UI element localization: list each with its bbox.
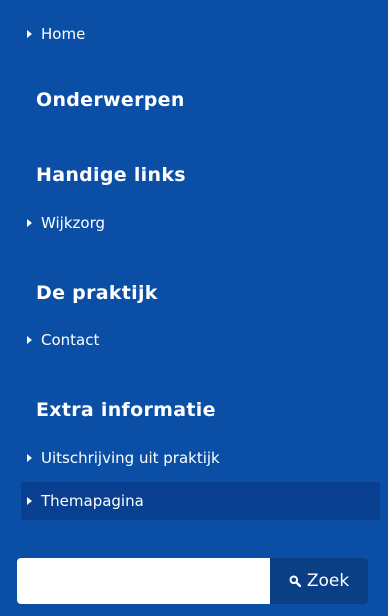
caret-right-icon bbox=[27, 336, 32, 344]
section-heading-onderwerpen: Onderwerpen bbox=[36, 89, 185, 111]
caret-right-icon bbox=[27, 219, 32, 227]
nav-link-uitschrijving[interactable]: Uitschrijving uit praktijk bbox=[27, 449, 220, 467]
nav-link-contact[interactable]: Contact bbox=[27, 331, 99, 349]
search-button-label: Zoek bbox=[306, 571, 350, 591]
caret-right-icon bbox=[27, 30, 32, 38]
section-heading-de-praktijk: De praktijk bbox=[36, 282, 158, 304]
nav-link-label: Uitschrijving uit praktijk bbox=[41, 449, 220, 467]
nav-link-label: Home bbox=[41, 25, 86, 43]
nav-link-label: Themapagina bbox=[41, 492, 144, 510]
caret-right-icon bbox=[27, 497, 32, 505]
nav-link-home[interactable]: Home bbox=[27, 25, 85, 43]
search-form: Zoek bbox=[17, 558, 368, 604]
caret-right-icon bbox=[27, 454, 32, 462]
nav-link-label: Contact bbox=[41, 331, 100, 349]
nav-link-themapagina[interactable]: Themapagina bbox=[27, 492, 144, 510]
section-heading-extra-informatie: Extra informatie bbox=[36, 399, 216, 421]
search-button[interactable]: Zoek bbox=[270, 558, 368, 604]
nav-link-label: Wijkzorg bbox=[41, 214, 105, 232]
section-heading-handige-links: Handige links bbox=[36, 164, 186, 186]
search-icon bbox=[289, 575, 301, 587]
nav-link-wijkzorg[interactable]: Wijkzorg bbox=[27, 214, 105, 232]
search-input[interactable] bbox=[17, 558, 270, 604]
